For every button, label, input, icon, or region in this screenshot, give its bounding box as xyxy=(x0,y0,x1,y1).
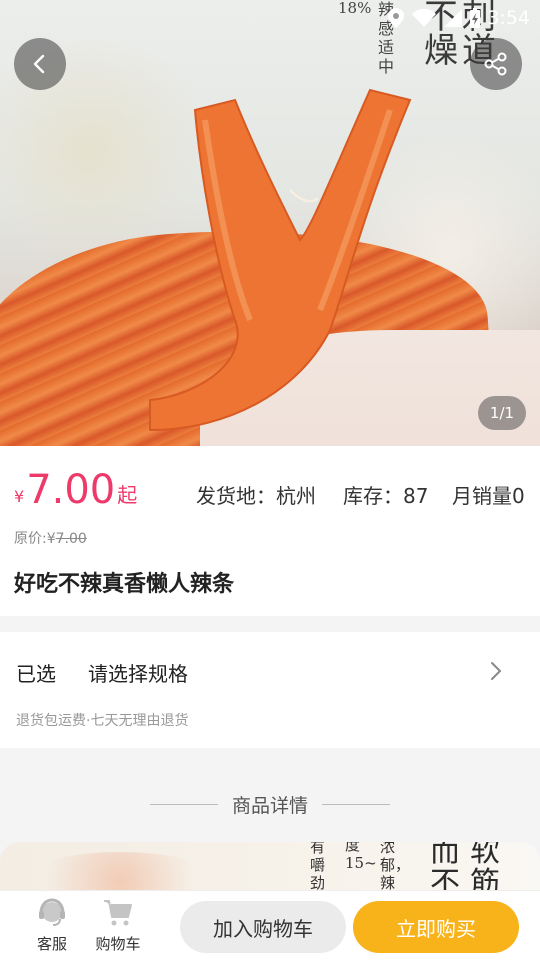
divider xyxy=(149,803,218,805)
image-counter: 1/1 xyxy=(478,396,526,430)
price: ¥ 7.00 起 xyxy=(14,468,137,512)
chevron-left-icon xyxy=(33,54,45,74)
price-currency: ¥ xyxy=(14,487,25,506)
divider xyxy=(322,803,390,805)
share-button[interactable] xyxy=(470,38,522,90)
details-title: 商品详情 xyxy=(231,794,308,817)
detail-image-text: 浓郁，辣 xyxy=(380,842,411,892)
detail-image-text: 有嚼劲 xyxy=(310,842,326,892)
spec-selector[interactable]: 已选 请选择规格 退货包运费·七天无理由退货 xyxy=(0,632,540,748)
price-value: 7.00 xyxy=(26,467,116,513)
monthly-sales-label: 月销量 xyxy=(452,484,512,508)
customer-service-button[interactable]: 客服 xyxy=(22,897,82,957)
ship-from: 发货地：杭州 xyxy=(196,480,316,509)
monthly-sales-value: 0 xyxy=(512,484,525,508)
stock: 库存：87 xyxy=(343,480,428,509)
buy-now-button[interactable]: 立即购买 xyxy=(353,901,519,953)
back-button[interactable] xyxy=(14,38,66,90)
monthly-sales: 月销量0 xyxy=(452,480,525,509)
headset-icon xyxy=(39,898,65,926)
spec-selected-value: 请选择规格 xyxy=(88,662,188,686)
chevron-right-icon xyxy=(491,662,502,680)
ship-from-value: 杭州 xyxy=(276,484,316,508)
price-suffix: 起 xyxy=(117,483,138,507)
return-policy: 退货包运费·七天无理由退货 xyxy=(16,713,189,729)
share-icon xyxy=(484,52,507,76)
cart-button[interactable]: 购物车 xyxy=(88,897,148,957)
location-icon xyxy=(388,8,405,28)
original-price-value: 7.00 xyxy=(55,531,87,547)
status-bar: 18% 3:54 xyxy=(338,0,530,36)
original-price-label: 原价:¥ xyxy=(14,531,56,547)
status-time: 3:54 xyxy=(487,7,530,29)
add-to-cart-button[interactable]: 加入购物车 xyxy=(180,901,346,953)
detail-image-text: 度15~ xyxy=(345,842,377,872)
battery-percent: 18% xyxy=(338,0,371,17)
cart-label: 购物车 xyxy=(95,935,141,953)
wifi-icon xyxy=(412,8,437,27)
cart-icon xyxy=(104,900,132,926)
ship-from-label: 发货地： xyxy=(196,484,276,508)
battery-charging-icon xyxy=(470,8,481,28)
product-title: 好吃不辣真香懒人辣条 xyxy=(14,572,235,597)
bottom-action-bar: 客服 购物车 加入购物车 立即购买 xyxy=(0,890,540,960)
product-info-card: ¥ 7.00 起 发货地：杭州 库存：87 月销量0 原价:¥7.00 好吃不辣… xyxy=(0,446,540,616)
customer-service-label: 客服 xyxy=(36,935,67,953)
original-price: 原价:¥7.00 xyxy=(14,528,87,548)
spec-selected-label: 已选 xyxy=(16,662,56,686)
signal-icon xyxy=(444,9,463,27)
details-section-header: 商品详情 xyxy=(0,786,540,822)
product-image[interactable]: 辣感适中 不刺燥道 1/1 xyxy=(0,0,540,446)
stock-value: 87 xyxy=(403,484,429,508)
stock-label: 库存： xyxy=(343,484,403,508)
